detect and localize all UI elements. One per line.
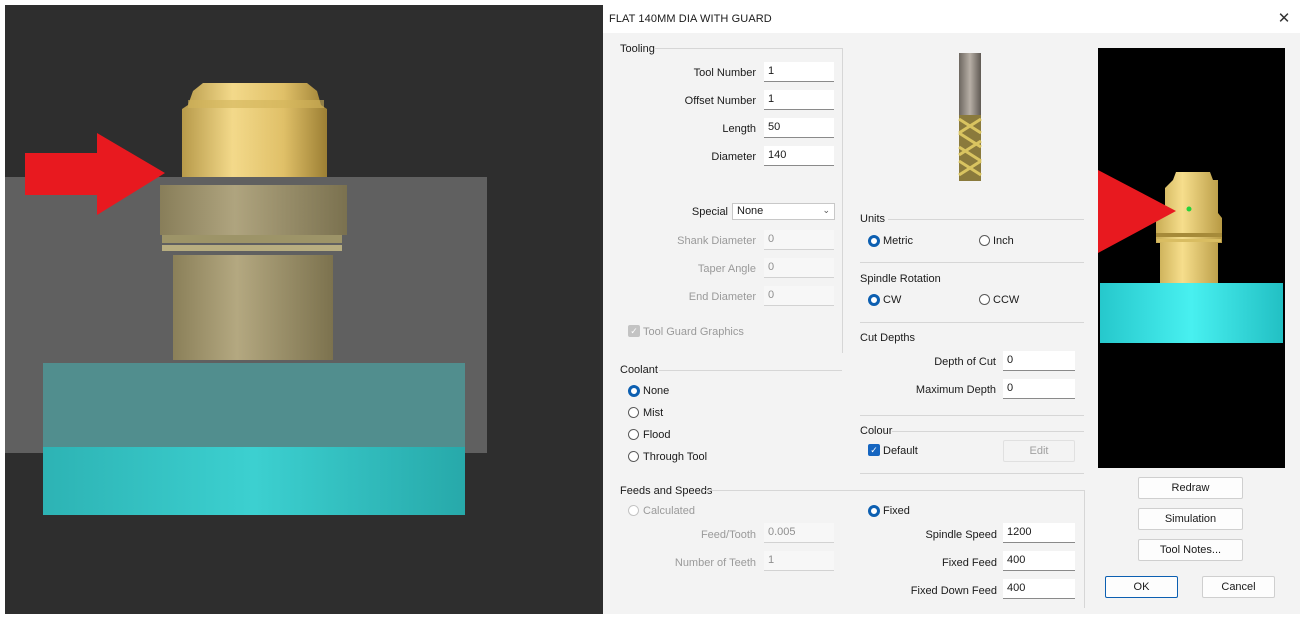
redraw-button[interactable]: Redraw: [1138, 477, 1243, 499]
stock-upper: [43, 363, 465, 447]
end-diameter-label: End Diameter: [688, 291, 756, 303]
divider: [892, 431, 1084, 432]
divider: [860, 415, 1084, 416]
divider: [860, 322, 1084, 323]
coolant-group-label: Coolant: [620, 364, 658, 376]
max-depth-field[interactable]: 0: [1003, 379, 1075, 399]
diameter-field[interactable]: 140: [764, 146, 834, 166]
coolant-flood-radio[interactable]: [628, 429, 639, 440]
offset-number-label: Offset Number: [684, 95, 756, 107]
feeds-group-label: Feeds and Speeds: [620, 485, 713, 497]
feeds-calculated-label: Calculated: [643, 505, 695, 517]
chevron-down-icon: ⌄: [822, 205, 830, 215]
fixed-down-feed-field[interactable]: 400: [1003, 579, 1075, 599]
simulation-button[interactable]: Simulation: [1138, 508, 1243, 530]
tool-number-label: Tool Number: [693, 67, 756, 79]
tool-notes-button[interactable]: Tool Notes...: [1138, 539, 1243, 561]
feeds-fixed-label: Fixed: [883, 505, 910, 517]
feeds-fixed-radio[interactable]: [868, 505, 880, 517]
divider: [888, 219, 1084, 220]
cut-depths-group-label: Cut Depths: [860, 332, 916, 344]
endmill-image: [958, 53, 982, 181]
tool-dialog: FLAT 140MM DIA WITH GUARD ✕ Tooling Tool…: [603, 5, 1300, 614]
max-depth-label: Maximum Depth: [915, 384, 996, 396]
coolant-none-label: None: [643, 385, 670, 397]
special-select[interactable]: None ⌄: [732, 203, 835, 220]
spindle-group-label: Spindle Rotation: [860, 273, 941, 285]
divider: [1084, 490, 1085, 608]
offset-number-field[interactable]: 1: [764, 90, 834, 110]
fixed-feed-field[interactable]: 400: [1003, 551, 1075, 571]
coolant-mist-radio[interactable]: [628, 407, 639, 418]
divider: [705, 490, 1085, 491]
special-value: None: [737, 205, 764, 217]
spindle-ccw-label: CCW: [993, 294, 1020, 306]
tool-3d-view: [5, 83, 487, 515]
colour-group-label: Colour: [860, 425, 893, 437]
shank-diameter-field[interactable]: 0: [764, 230, 834, 250]
taper-angle-field[interactable]: 0: [764, 258, 834, 278]
coolant-mist-label: Mist: [643, 407, 664, 419]
preview-render: [1046, 170, 1283, 343]
tool-number-field[interactable]: 1: [764, 62, 834, 82]
fixed-down-feed-label: Fixed Down Feed: [910, 585, 997, 597]
units-inch-radio[interactable]: [979, 235, 990, 246]
ok-button[interactable]: OK: [1105, 576, 1178, 598]
guard-graphics-label: Tool Guard Graphics: [643, 326, 744, 338]
length-label: Length: [722, 123, 756, 135]
end-diameter-field[interactable]: 0: [764, 286, 834, 306]
spindle-cw-radio[interactable]: [868, 294, 880, 306]
taper-angle-label: Taper Angle: [697, 263, 756, 275]
close-button[interactable]: ✕: [1273, 9, 1295, 29]
coolant-flood-label: Flood: [643, 429, 671, 441]
coolant-none-radio[interactable]: [628, 385, 640, 397]
colour-edit-button[interactable]: Edit: [1003, 440, 1075, 462]
units-metric-radio[interactable]: [868, 235, 880, 247]
guard-graphics-checkbox[interactable]: ✓: [628, 325, 640, 337]
divider: [842, 48, 843, 353]
units-inch-label: Inch: [993, 235, 1014, 247]
spindle-ccw-radio[interactable]: [979, 294, 990, 305]
spindle-speed-label: Spindle Speed: [925, 529, 997, 541]
feed-tooth-label: Feed/Tooth: [700, 529, 756, 541]
number-of-teeth-field[interactable]: 1: [764, 551, 834, 571]
number-of-teeth-label: Number of Teeth: [674, 557, 756, 569]
divider: [860, 473, 1084, 474]
shank-diameter-label: Shank Diameter: [677, 235, 756, 247]
spindle-cw-label: CW: [883, 294, 902, 306]
divider: [655, 48, 842, 49]
dialog-title: FLAT 140MM DIA WITH GUARD: [609, 13, 772, 25]
tool-preview-pane[interactable]: [1046, 48, 1285, 468]
tooling-group-label: Tooling: [620, 43, 655, 55]
depth-of-cut-field[interactable]: 0: [1003, 351, 1075, 371]
feeds-calculated-radio[interactable]: [628, 505, 639, 516]
divider: [860, 262, 1084, 263]
fixed-feed-label: Fixed Feed: [941, 557, 997, 569]
units-metric-label: Metric: [883, 235, 913, 247]
colour-default-checkbox[interactable]: ✓: [868, 444, 880, 456]
divider: [659, 370, 842, 371]
special-label: Special: [691, 206, 728, 218]
stock-lower: [43, 447, 465, 515]
feed-tooth-field[interactable]: 0.005: [764, 523, 834, 543]
units-group-label: Units: [860, 213, 886, 225]
length-field[interactable]: 50: [764, 118, 834, 138]
diameter-label: Diameter: [711, 151, 756, 163]
cancel-button[interactable]: Cancel: [1202, 576, 1275, 598]
coolant-through-tool-label: Through Tool: [643, 451, 708, 463]
holder-top: [182, 83, 327, 177]
coolant-through-tool-radio[interactable]: [628, 451, 639, 462]
colour-default-label: Default: [883, 445, 918, 457]
depth-of-cut-label: Depth of Cut: [934, 356, 996, 368]
title-bar: FLAT 140MM DIA WITH GUARD ✕: [603, 5, 1300, 33]
spindle-speed-field[interactable]: 1200: [1003, 523, 1075, 543]
3d-viewport[interactable]: [5, 5, 603, 614]
